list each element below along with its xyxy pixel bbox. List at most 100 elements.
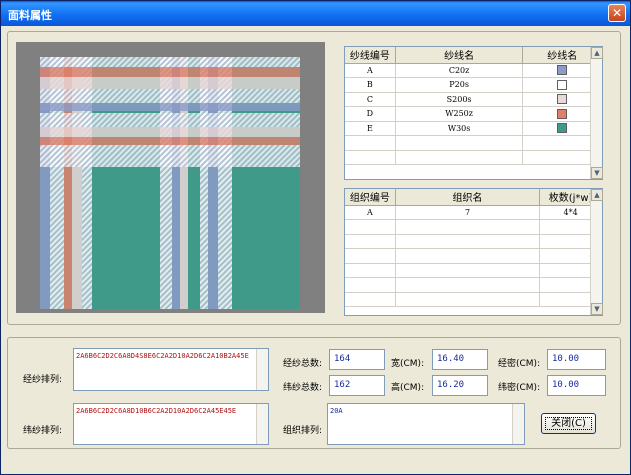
- yarn-name-cell: S200s: [395, 92, 524, 107]
- weave-name-cell: [395, 248, 541, 264]
- yarn-id-cell: [345, 150, 396, 165]
- table-row[interactable]: [345, 150, 602, 165]
- height-field[interactable]: 16.20: [432, 375, 488, 396]
- yarn-table-scrollbar[interactable]: ▲ ▼: [590, 47, 603, 179]
- title-bar[interactable]: 面料属性 ✕: [1, 1, 630, 26]
- close-icon[interactable]: ✕: [608, 4, 626, 22]
- yarn-name-cell: W30s: [395, 121, 524, 136]
- close-button-label: 关闭(C): [545, 417, 592, 430]
- weft-sequence-field[interactable]: 2A6B6C2D2C6A8D10B6C2A2D10A2D6C2A45E45E: [73, 403, 269, 445]
- table-row[interactable]: [345, 277, 602, 293]
- weave-name-cell: [395, 277, 541, 293]
- fabric-preview: [16, 42, 325, 313]
- color-swatch[interactable]: [557, 79, 568, 90]
- weave-name-cell: [395, 219, 541, 235]
- weave-sequence-scrollbar[interactable]: [512, 404, 524, 444]
- scroll-down-icon[interactable]: ▼: [591, 303, 603, 315]
- weft-density-field[interactable]: 10.00: [547, 375, 606, 396]
- table-row[interactable]: [345, 263, 602, 278]
- weft-stripe: [40, 113, 300, 127]
- table-row[interactable]: D W250z: [345, 106, 602, 122]
- scroll-up-icon[interactable]: ▲: [591, 189, 603, 201]
- weave-id-cell: [345, 234, 396, 249]
- yarn-id-cell: B: [345, 77, 396, 93]
- window-title: 面料属性: [8, 9, 52, 22]
- table-row[interactable]: [345, 234, 602, 249]
- close-button[interactable]: 关闭(C): [541, 413, 596, 434]
- weave-id-cell: [345, 248, 396, 264]
- weave-name-cell: [395, 263, 541, 278]
- weft-stripe: [40, 57, 300, 67]
- weave-table[interactable]: 组织编号 组织名 枚数(j*w) A 7 4*4 ▲ ▼: [344, 188, 603, 316]
- weave-name-cell: 7: [395, 205, 541, 220]
- yarn-name-cell: [395, 135, 524, 151]
- table-row[interactable]: C S200s: [345, 92, 602, 107]
- yarn-name-cell: P20s: [395, 77, 524, 93]
- weft-sequence-label: 纬纱排列:: [23, 426, 63, 436]
- warp-sequence-scrollbar[interactable]: [256, 349, 268, 390]
- weft-stripe: [40, 67, 300, 77]
- table-row[interactable]: [345, 248, 602, 264]
- color-swatch[interactable]: [557, 65, 568, 76]
- col-yarn-name[interactable]: 纱线名: [395, 47, 524, 64]
- weft-sequence-scrollbar[interactable]: [256, 404, 268, 444]
- yarn-name-cell: W250z: [395, 106, 524, 122]
- warp-sequence-value: 2A6B6C2D2C6A8D4S8E6C2A2D10A2D6C2A10B2A45…: [76, 352, 249, 360]
- weft-sequence-value: 2A6B6C2D2C6A8D10B6C2A2D10A2D6C2A45E45E: [76, 407, 237, 415]
- weave-id-cell: [345, 219, 396, 235]
- warp-sequence-field[interactable]: 2A6B6C2D2C6A8D4S8E6C2A2D10A2D6C2A10B2A45…: [73, 348, 269, 391]
- color-swatch[interactable]: [557, 123, 568, 134]
- yarn-name-cell: C20z: [395, 63, 524, 78]
- yarn-id-cell: D: [345, 106, 396, 122]
- yarn-name-cell: [395, 150, 524, 165]
- yarn-id-cell: A: [345, 63, 396, 78]
- col-yarn-id[interactable]: 纱线编号: [345, 47, 396, 64]
- weave-id-cell: [345, 263, 396, 278]
- warp-density-field[interactable]: 10.00: [547, 349, 606, 370]
- weft-stripe: [40, 77, 300, 89]
- yarn-id-cell: [345, 135, 396, 151]
- scroll-up-icon[interactable]: ▲: [591, 47, 603, 59]
- weft-stripe: [40, 127, 300, 137]
- weave-id-cell: A: [345, 205, 396, 220]
- weft-stripe: [40, 145, 300, 155]
- yarn-table[interactable]: 纱线编号 纱线名 纱线名 A C20z B P20s C S200s D W250z E W30s…: [344, 46, 603, 180]
- weave-sequence-field[interactable]: 20A: [327, 403, 525, 445]
- warp-total-label: 经纱总数:: [283, 359, 323, 369]
- width-label: 宽(CM):: [391, 359, 425, 369]
- weave-name-cell: [395, 234, 541, 249]
- table-row[interactable]: E W30s: [345, 121, 602, 136]
- scroll-down-icon[interactable]: ▼: [591, 167, 603, 179]
- weave-id-cell: [345, 292, 396, 307]
- color-swatch[interactable]: [557, 94, 568, 105]
- weave-name-cell: [395, 292, 541, 307]
- warp-density-label: 经密(CM):: [498, 359, 541, 369]
- weft-stripe: [40, 137, 300, 145]
- color-swatch[interactable]: [557, 108, 568, 119]
- table-row[interactable]: A 7 4*4: [345, 205, 602, 220]
- height-label: 高(CM):: [391, 383, 425, 393]
- weft-stripe: [40, 155, 300, 167]
- fabric-properties-dialog: 面料属性 ✕ 纱线编号 纱线名 纱线名 A C20z B P20s C S200…: [0, 0, 631, 475]
- table-row[interactable]: [345, 292, 602, 307]
- weave-sequence-value: 20A: [330, 407, 343, 415]
- weft-stripe: [40, 89, 300, 103]
- weave-sequence-label: 组织排列:: [283, 426, 323, 436]
- width-field[interactable]: 16.40: [432, 349, 488, 370]
- warp-sequence-label: 经纱排列:: [23, 375, 63, 385]
- yarn-id-cell: C: [345, 92, 396, 107]
- table-row[interactable]: A C20z: [345, 63, 602, 78]
- col-weave-id[interactable]: 组织编号: [345, 189, 396, 206]
- table-row[interactable]: [345, 135, 602, 151]
- table-row[interactable]: B P20s: [345, 77, 602, 93]
- weft-total-field[interactable]: 162: [329, 375, 385, 396]
- warp-total-field[interactable]: 164: [329, 349, 385, 370]
- col-weave-name[interactable]: 组织名: [395, 189, 541, 206]
- weave-id-cell: [345, 277, 396, 293]
- weave-table-scrollbar[interactable]: ▲ ▼: [590, 189, 603, 315]
- table-row[interactable]: [345, 219, 602, 235]
- yarn-id-cell: E: [345, 121, 396, 136]
- weft-density-label: 纬密(CM):: [498, 383, 541, 393]
- weft-total-label: 纬纱总数:: [283, 383, 323, 393]
- fabric-pattern: [40, 57, 300, 309]
